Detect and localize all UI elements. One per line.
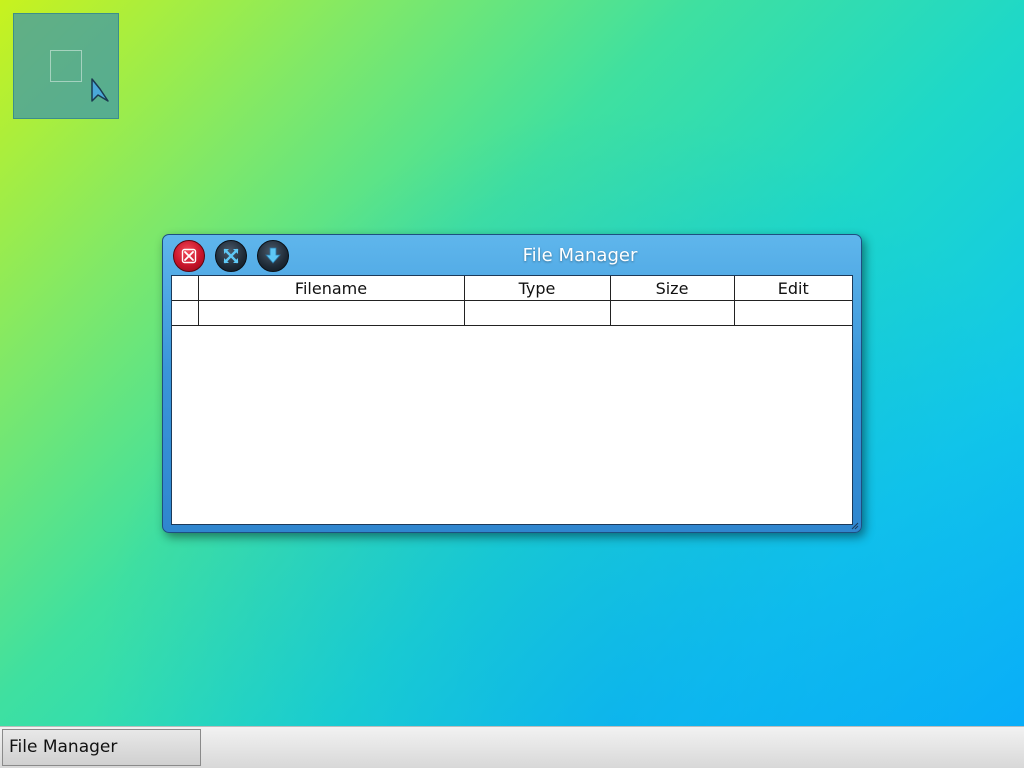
column-header-filename[interactable]: Filename [197,276,465,301]
pager-window-thumbnail[interactable] [50,50,82,82]
taskbar: File Manager [0,726,1024,768]
table-cell-select[interactable] [172,300,199,326]
column-header-select[interactable] [172,276,199,301]
close-icon [181,248,197,264]
minimize-icon [265,247,281,264]
close-button[interactable] [173,240,205,272]
column-header-edit[interactable]: Edit [733,276,852,301]
minimize-button[interactable] [257,240,289,272]
window-title: File Manager [522,245,638,266]
table-row[interactable] [172,300,852,326]
table-header-row: Filename Type Size Edit [172,276,852,301]
mouse-cursor-icon [91,78,109,102]
table-cell-filename[interactable] [197,300,465,326]
file-manager-window[interactable]: File Manager Filename Type Size Edit [162,234,862,533]
table-cell-size[interactable] [609,300,735,326]
resize-grip-icon[interactable] [851,522,859,530]
window-titlebar[interactable]: File Manager [163,235,861,275]
maximize-button[interactable] [215,240,247,272]
maximize-icon [223,248,239,264]
table-cell-edit[interactable] [733,300,852,326]
taskbar-item-file-manager[interactable]: File Manager [2,729,201,766]
file-list-panel[interactable]: Filename Type Size Edit [171,275,853,525]
column-header-type[interactable]: Type [463,276,611,301]
table-cell-type[interactable] [463,300,611,326]
column-header-size[interactable]: Size [609,276,735,301]
file-table[interactable]: Filename Type Size Edit [172,276,852,326]
